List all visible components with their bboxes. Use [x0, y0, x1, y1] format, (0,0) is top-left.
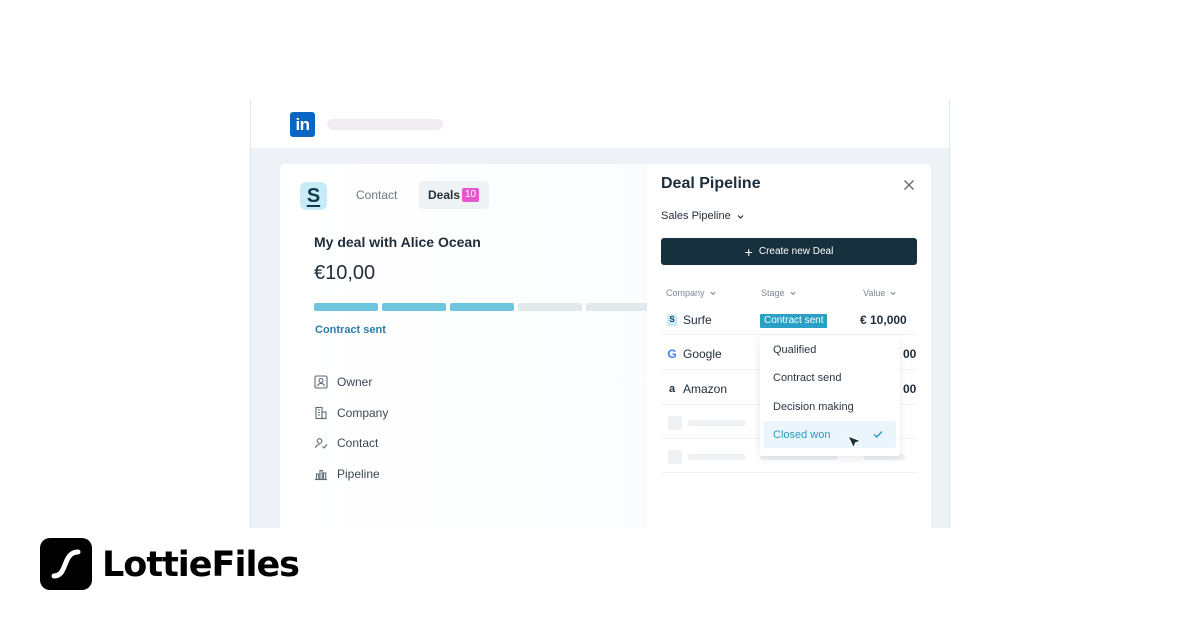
brand-wordmark: LottieFiles	[102, 545, 300, 585]
dropdown-option[interactable]: Decision making	[773, 401, 854, 413]
row-divider	[661, 334, 917, 335]
meta-contact[interactable]: Contact	[314, 428, 388, 459]
checkmark-icon	[873, 431, 883, 438]
chevron-down-icon	[737, 214, 744, 219]
progress-segment	[314, 303, 378, 311]
company-name: Google	[683, 347, 722, 361]
stage-dropdown-menu: Qualified Contract send Decision making …	[760, 336, 900, 456]
create-deal-label: Create new Deal	[758, 246, 834, 257]
google-logo-icon: G	[667, 347, 677, 361]
dropdown-selected-label: Closed won	[773, 429, 831, 441]
column-header-stage[interactable]: Stage	[761, 288, 797, 298]
meta-pipeline[interactable]: Pipeline	[314, 459, 388, 490]
building-icon	[315, 406, 327, 419]
dropdown-option-selected[interactable]: Closed won	[764, 421, 896, 450]
deal-value: 00	[903, 382, 917, 396]
tab-deals[interactable]: Deals 10	[419, 181, 489, 209]
surfe-logo-icon: S	[667, 314, 677, 326]
deal-progress-bar	[314, 303, 650, 311]
meta-company[interactable]: Company	[314, 398, 388, 429]
meta-owner[interactable]: Owner	[314, 367, 388, 398]
deal-meta-list: Owner Company Contact Pipeline	[314, 367, 388, 489]
url-bar-placeholder	[327, 119, 443, 130]
deal-title: My deal with Alice Ocean	[314, 234, 481, 250]
pipeline-selector-label: Sales Pipeline	[661, 210, 731, 222]
placeholder-row-icon	[668, 416, 682, 430]
amazon-logo-icon: a	[668, 383, 676, 395]
meta-owner-label: Owner	[337, 375, 373, 390]
column-value-label: Value	[863, 288, 886, 298]
chart-icon	[315, 469, 327, 480]
table-row-company[interactable]: G Google	[667, 347, 722, 361]
placeholder-row-line	[688, 454, 746, 460]
chevron-down-icon	[890, 291, 896, 296]
table-row-company[interactable]: a Amazon	[667, 382, 727, 396]
progress-segment	[586, 303, 650, 311]
deal-pipeline-panel: Deal Pipeline Sales Pipeline + Create ne…	[647, 164, 931, 528]
meta-company-label: Company	[337, 405, 389, 420]
linkedin-logo-icon[interactable]: in	[290, 112, 315, 137]
lottiefiles-logo-icon	[40, 538, 92, 590]
mouse-cursor-icon	[847, 435, 863, 450]
deal-stage-label: Contract sent	[315, 324, 386, 336]
tab-contact[interactable]: Contact	[356, 188, 397, 202]
table-row-company[interactable]: S Surfe	[667, 313, 712, 327]
placeholder-row-icon	[668, 450, 682, 464]
deal-value: 00	[903, 347, 917, 361]
column-header-value[interactable]: Value	[863, 288, 897, 298]
stage-pill[interactable]: Contract sent	[760, 314, 828, 328]
pipeline-title: Deal Pipeline	[661, 175, 761, 192]
chevron-down-icon	[709, 291, 716, 296]
placeholder-row-line	[688, 420, 746, 426]
meta-contact-label: Contact	[337, 436, 379, 451]
contact-icon	[314, 438, 328, 450]
browser-frame: in S Contact Deals 10 My deal with Alice…	[250, 100, 950, 528]
row-divider	[661, 472, 917, 473]
app-logo-icon: S	[300, 182, 327, 210]
deals-count-badge: 10	[462, 188, 480, 202]
meta-pipeline-label: Pipeline	[337, 466, 380, 481]
tab-deals-label: Deals	[428, 188, 461, 202]
progress-segment	[450, 303, 514, 311]
pipeline-selector[interactable]: Sales Pipeline	[661, 210, 745, 222]
company-name: Amazon	[683, 382, 728, 396]
lottie-curve-icon	[51, 549, 81, 579]
progress-segment	[518, 303, 582, 311]
plus-icon: +	[744, 243, 753, 260]
chevron-down-icon	[789, 291, 796, 296]
browser-topbar: in	[251, 100, 949, 148]
progress-segment	[382, 303, 446, 311]
dropdown-option[interactable]: Qualified	[773, 344, 816, 356]
column-company-label: Company	[666, 288, 705, 298]
column-header-company[interactable]: Company	[666, 288, 717, 298]
deal-value: € 10,000	[860, 313, 907, 327]
close-icon[interactable]	[902, 178, 916, 192]
user-icon	[314, 375, 328, 389]
create-deal-button[interactable]: + Create new Deal	[661, 238, 917, 265]
dropdown-option[interactable]: Contract send	[773, 372, 841, 384]
crm-panel: S Contact Deals 10 My deal with Alice Oc…	[280, 164, 931, 528]
deal-amount: €10,00	[314, 262, 376, 284]
column-stage-label: Stage	[761, 288, 785, 298]
company-name: Surfe	[683, 313, 712, 327]
